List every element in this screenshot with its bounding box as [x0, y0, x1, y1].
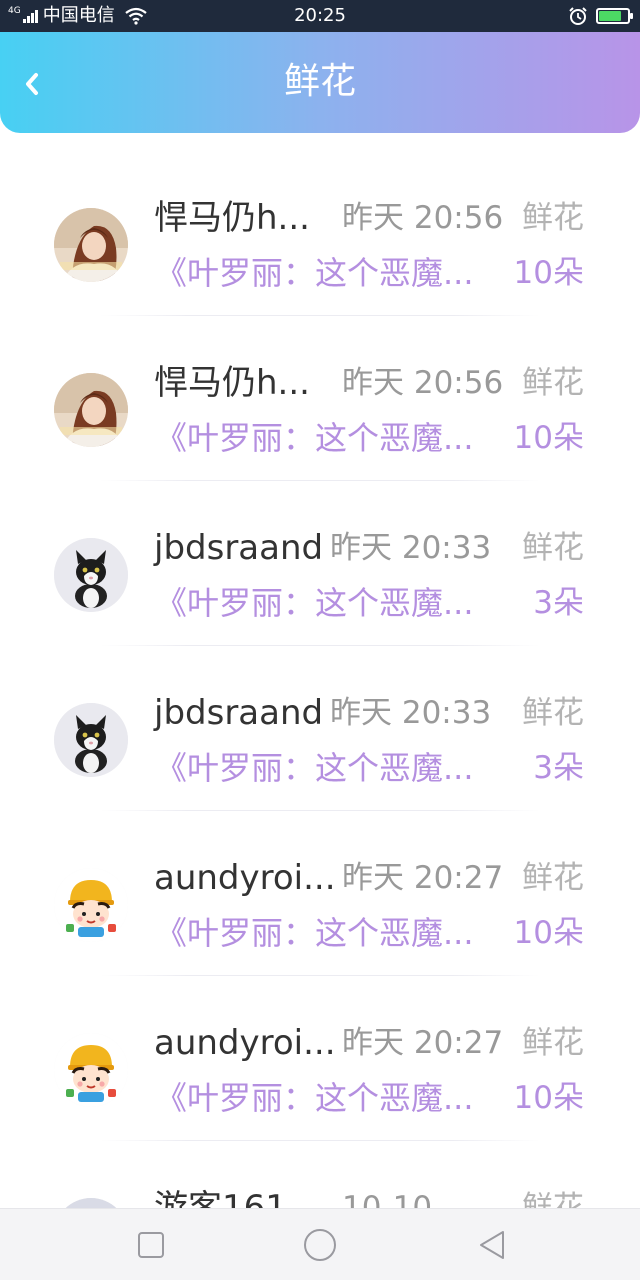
- gift-count: 10朵: [513, 420, 584, 456]
- triangle-back-icon: [480, 1231, 504, 1259]
- list-item[interactable]: jbdsraand 昨天 20:33 鲜花《叶罗丽：这个恶魔... 3朵: [0, 647, 640, 812]
- battery-level: [599, 11, 622, 21]
- alarm-clock-icon: [569, 7, 587, 25]
- username: 悍马仍h...: [154, 363, 310, 403]
- gift-type: 鲜花: [522, 1025, 584, 1061]
- divider: [100, 315, 540, 316]
- gift-time: 昨天 20:33: [330, 695, 492, 731]
- square-recent-apps-icon: [138, 1232, 164, 1258]
- list-item[interactable]: jbdsraand 昨天 20:33 鲜花《叶罗丽：这个恶魔... 3朵: [0, 482, 640, 647]
- avatar[interactable]: [54, 703, 128, 777]
- list-item[interactable]: aundyroi... 昨天 20:27 鲜花《叶罗丽：这个恶魔... 10朵: [0, 812, 640, 977]
- gift-time: 昨天 20:27: [342, 860, 504, 896]
- book-title[interactable]: 《叶罗丽：这个恶魔...: [155, 1076, 474, 1120]
- username: jbdsraand: [154, 528, 324, 568]
- page-title: 鲜花: [283, 61, 356, 102]
- screen: 4G 中国电信 20:25 鲜花 悍马仍h... 昨天 20:56 鲜花 《叶罗…: [0, 0, 640, 1280]
- book-title[interactable]: 《叶罗丽：这个恶魔...: [155, 581, 474, 625]
- username: 悍马仍h...: [154, 198, 310, 238]
- divider: [100, 1140, 540, 1141]
- gift-time: 昨天 20:56: [342, 365, 504, 401]
- status-bar: 4G 中国电信 20:25: [0, 0, 640, 32]
- gift-time: 昨天 20:56: [342, 200, 504, 236]
- status-right: [568, 0, 633, 32]
- gift-type: 鲜花: [522, 365, 584, 401]
- gift-count: 3朵: [533, 750, 584, 786]
- gift-time: 昨天 20:33: [330, 530, 492, 566]
- book-title[interactable]: 《叶罗丽：这个恶魔...: [155, 416, 474, 460]
- circle-home-icon: [304, 1229, 336, 1261]
- battery-icon: [596, 8, 633, 24]
- gift-record-list[interactable]: 悍马仍h... 昨天 20:56 鲜花 《叶罗丽：这个恶魔... 10朵 悍马仍h... 昨…: [0, 152, 640, 1280]
- divider: [100, 645, 540, 646]
- book-title[interactable]: 《叶罗丽：这个恶魔...: [155, 746, 474, 790]
- divider: [100, 810, 540, 811]
- book-title[interactable]: 《叶罗丽：这个恶魔...: [155, 911, 474, 955]
- username: jbdsraand: [154, 693, 324, 733]
- avatar[interactable]: [54, 208, 128, 282]
- gift-count: 10朵: [513, 255, 584, 291]
- home-button[interactable]: [300, 1225, 340, 1265]
- header: 鲜花: [0, 32, 640, 133]
- gift-type: 鲜花: [522, 860, 584, 896]
- list-item[interactable]: 悍马仍h... 昨天 20:56 鲜花《叶罗丽：这个恶魔... 10朵: [0, 152, 640, 317]
- recent-apps-button[interactable]: [131, 1225, 171, 1265]
- gift-type: 鲜花: [522, 200, 584, 236]
- divider: [100, 480, 540, 481]
- system-nav-bar: [0, 1208, 640, 1280]
- system-back-button[interactable]: [472, 1225, 512, 1265]
- status-time: 20:25: [294, 5, 346, 26]
- list-item[interactable]: aundyroi... 昨天 20:27 鲜花《叶罗丽：这个恶魔... 10朵: [0, 977, 640, 1142]
- list-item[interactable]: 悍马仍h... 昨天 20:56 鲜花《叶罗丽：这个恶魔... 10朵: [0, 317, 640, 482]
- avatar[interactable]: [54, 1033, 128, 1107]
- username: aundyroi...: [154, 858, 336, 898]
- gift-count: 10朵: [513, 1080, 584, 1116]
- gift-count: 3朵: [533, 585, 584, 621]
- divider: [100, 975, 540, 976]
- book-title[interactable]: 《叶罗丽：这个恶魔...: [155, 251, 474, 295]
- gift-count: 10朵: [513, 915, 584, 951]
- username: aundyroi...: [154, 1023, 336, 1063]
- gift-type: 鲜花: [522, 530, 584, 566]
- gift-type: 鲜花: [522, 695, 584, 731]
- gift-time: 昨天 20:27: [342, 1025, 504, 1061]
- avatar[interactable]: [54, 373, 128, 447]
- avatar[interactable]: [54, 868, 128, 942]
- avatar[interactable]: [54, 538, 128, 612]
